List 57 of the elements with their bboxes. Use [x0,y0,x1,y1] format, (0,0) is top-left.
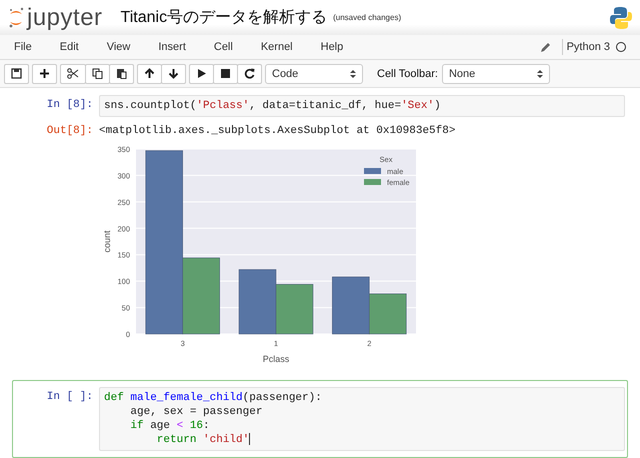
bar [332,276,370,334]
cell-type-select[interactable]: Code [265,64,363,84]
stop-button[interactable] [213,64,238,84]
kernel-name: Python 3 [566,41,610,53]
logo-icon [8,6,24,28]
notebook-title[interactable]: Titanic号のデータを解析する [120,7,328,28]
save-status: (unsaved changes) [333,13,402,22]
arrow-down-icon [168,68,179,79]
input-prompt: In [8]: [46,98,94,111]
paste-button[interactable] [109,64,134,84]
input-prompt: In [ ]: [46,390,94,403]
save-icon [11,68,22,79]
code-input[interactable]: def male_female_child(passenger): age, sex = passenger if age < 16: return 'child' [99,387,625,451]
menu-item[interactable]: Edit [60,41,79,53]
code-line: sns.countplot('Pclass', data=titanic_df, hue='Sex') [104,99,442,113]
clipboard-icon [116,68,127,79]
cell-toolbar-select[interactable]: None [442,64,550,84]
menu-item[interactable]: Kernel [260,41,293,53]
updown-caret-icon [536,68,543,78]
x-axis-label: Pclass [262,354,290,364]
updown-caret-icon [350,68,356,78]
menu-item[interactable]: Cell [214,41,233,53]
code-line: return 'child' [156,433,252,447]
plus-icon [39,68,50,79]
output-text: <matplotlib.axes._subplots.AxesSubplot at 0x10983e5f8> [99,124,456,137]
bar [276,284,314,334]
scissors-icon [67,68,79,79]
code-line: age, sex = passenger [129,405,264,419]
bar [238,269,276,334]
output-prompt: Out[8]: [46,124,94,137]
restart-button[interactable] [237,64,262,84]
edit-pencil-icon[interactable] [540,41,552,53]
copy-button[interactable] [85,64,110,84]
stop-icon [220,68,231,79]
y-axis-label: count [102,230,112,253]
selected-cell[interactable]: In [ ]: def male_female_child(passenger): age, sex = passenger if age < 16: return 'child' [12,380,628,458]
restart-icon [244,68,255,79]
bar [369,294,407,334]
menu-item[interactable]: Help [320,41,344,53]
cut-button[interactable] [60,64,86,84]
move-up-button[interactable] [137,64,162,84]
code-line: if age < 16: [129,419,211,433]
code-input[interactable]: sns.countplot('Pclass', data=titanic_df, hue='Sex') [99,95,625,117]
menu-item[interactable]: Insert [158,41,186,53]
menu-item[interactable]: File [14,41,32,53]
move-down-button[interactable] [161,64,186,84]
cell-toolbar-label: Cell Toolbar: [377,68,438,80]
arrow-up-icon [144,68,155,79]
python-logo-icon [610,6,632,30]
code-line: def male_female_child(passenger): [104,391,323,405]
play-icon [196,68,207,79]
save-button[interactable] [4,64,29,84]
menu-item[interactable]: View [106,41,130,53]
run-button[interactable] [189,64,214,84]
copy-icon [92,68,103,79]
logo-wordmark[interactable]: jupyter [27,4,103,32]
add-cell-button[interactable] [32,64,57,84]
